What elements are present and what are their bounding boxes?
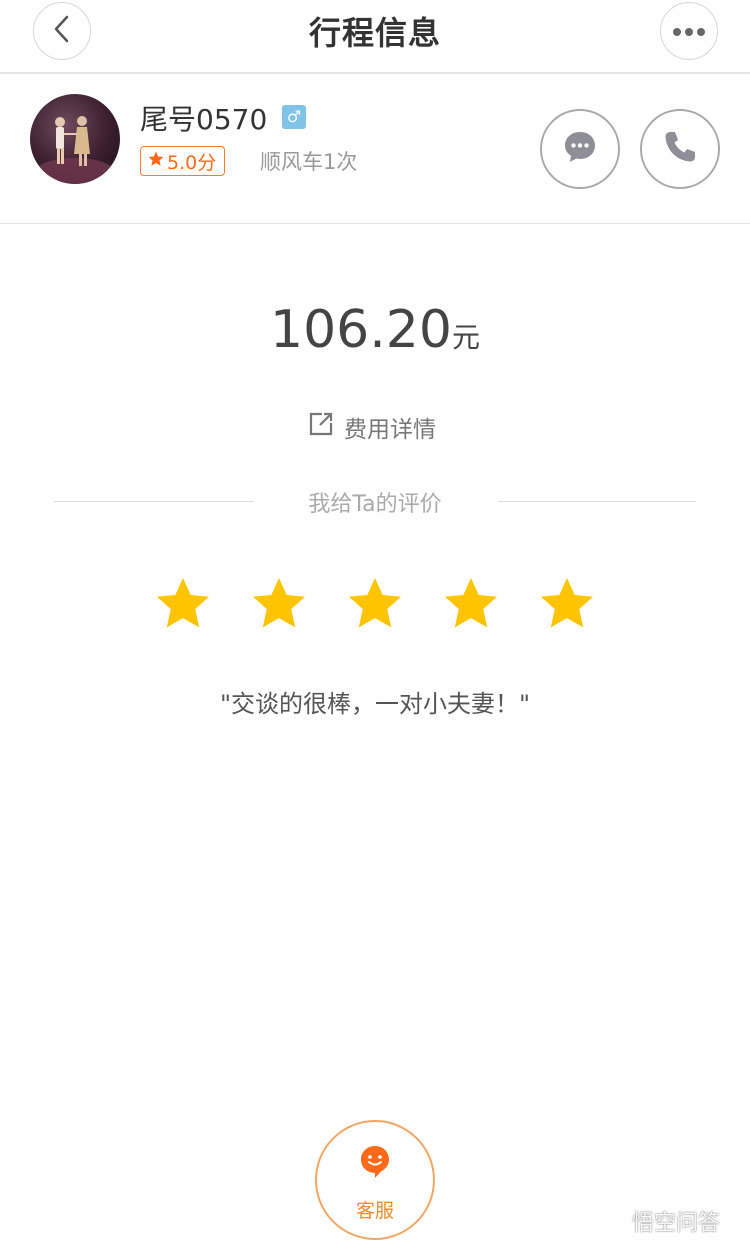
ride-count: 顺风车1次 xyxy=(260,150,358,174)
watermark: 悟空问答 xyxy=(596,1204,720,1238)
star-icon xyxy=(147,150,165,173)
star-icon[interactable] xyxy=(345,574,405,634)
star-icon[interactable] xyxy=(537,574,597,634)
fee-detail-label: 费用详情 xyxy=(344,417,436,443)
page-title: 行程信息 xyxy=(308,14,441,52)
divider-line-right xyxy=(498,501,696,502)
rating-badge: 5.0分 xyxy=(140,146,226,176)
header-bar: 行程信息 xyxy=(0,0,750,74)
phone-icon xyxy=(661,128,699,170)
trip-price: 106.20元 xyxy=(0,300,750,360)
trip-info-page: 行程信息 尾号0570 ♂ 5.0分 顺风车1次 106.20元 费用详情 我给… xyxy=(0,0,750,1244)
customer-service-label: 客服 xyxy=(355,1200,394,1222)
fee-detail-link[interactable]: 费用详情 xyxy=(308,410,436,444)
price-amount: 106.20 xyxy=(270,300,452,360)
review-caption: 我给Ta的评价 xyxy=(308,492,442,517)
avatar[interactable] xyxy=(30,94,120,184)
message-icon xyxy=(561,128,599,170)
price-unit: 元 xyxy=(451,321,480,354)
call-button[interactable] xyxy=(640,109,720,189)
rating-value: 5.0分 xyxy=(167,151,217,174)
external-link-icon xyxy=(308,411,334,443)
review-divider: 我给Ta的评价 xyxy=(0,486,750,520)
more-dots-icon xyxy=(672,22,706,41)
smiley-icon xyxy=(359,1144,391,1184)
star-rating xyxy=(0,574,750,638)
gender-male-icon: ♂ xyxy=(282,105,306,129)
driver-name: 尾号0570 xyxy=(140,103,268,136)
star-icon[interactable] xyxy=(153,574,213,634)
customer-service-button[interactable]: 客服 xyxy=(315,1120,435,1240)
driver-info: 尾号0570 ♂ 5.0分 顺风车1次 xyxy=(0,76,750,224)
review-comment: "交谈的很棒，一对小夫妻！" xyxy=(219,690,531,718)
more-button[interactable] xyxy=(660,2,718,60)
star-icon[interactable] xyxy=(249,574,309,634)
star-icon[interactable] xyxy=(441,574,501,634)
chat-button[interactable] xyxy=(540,109,620,189)
watermark-text: 悟空问答 xyxy=(632,1211,721,1236)
chat-bubbles-icon xyxy=(596,1207,626,1235)
